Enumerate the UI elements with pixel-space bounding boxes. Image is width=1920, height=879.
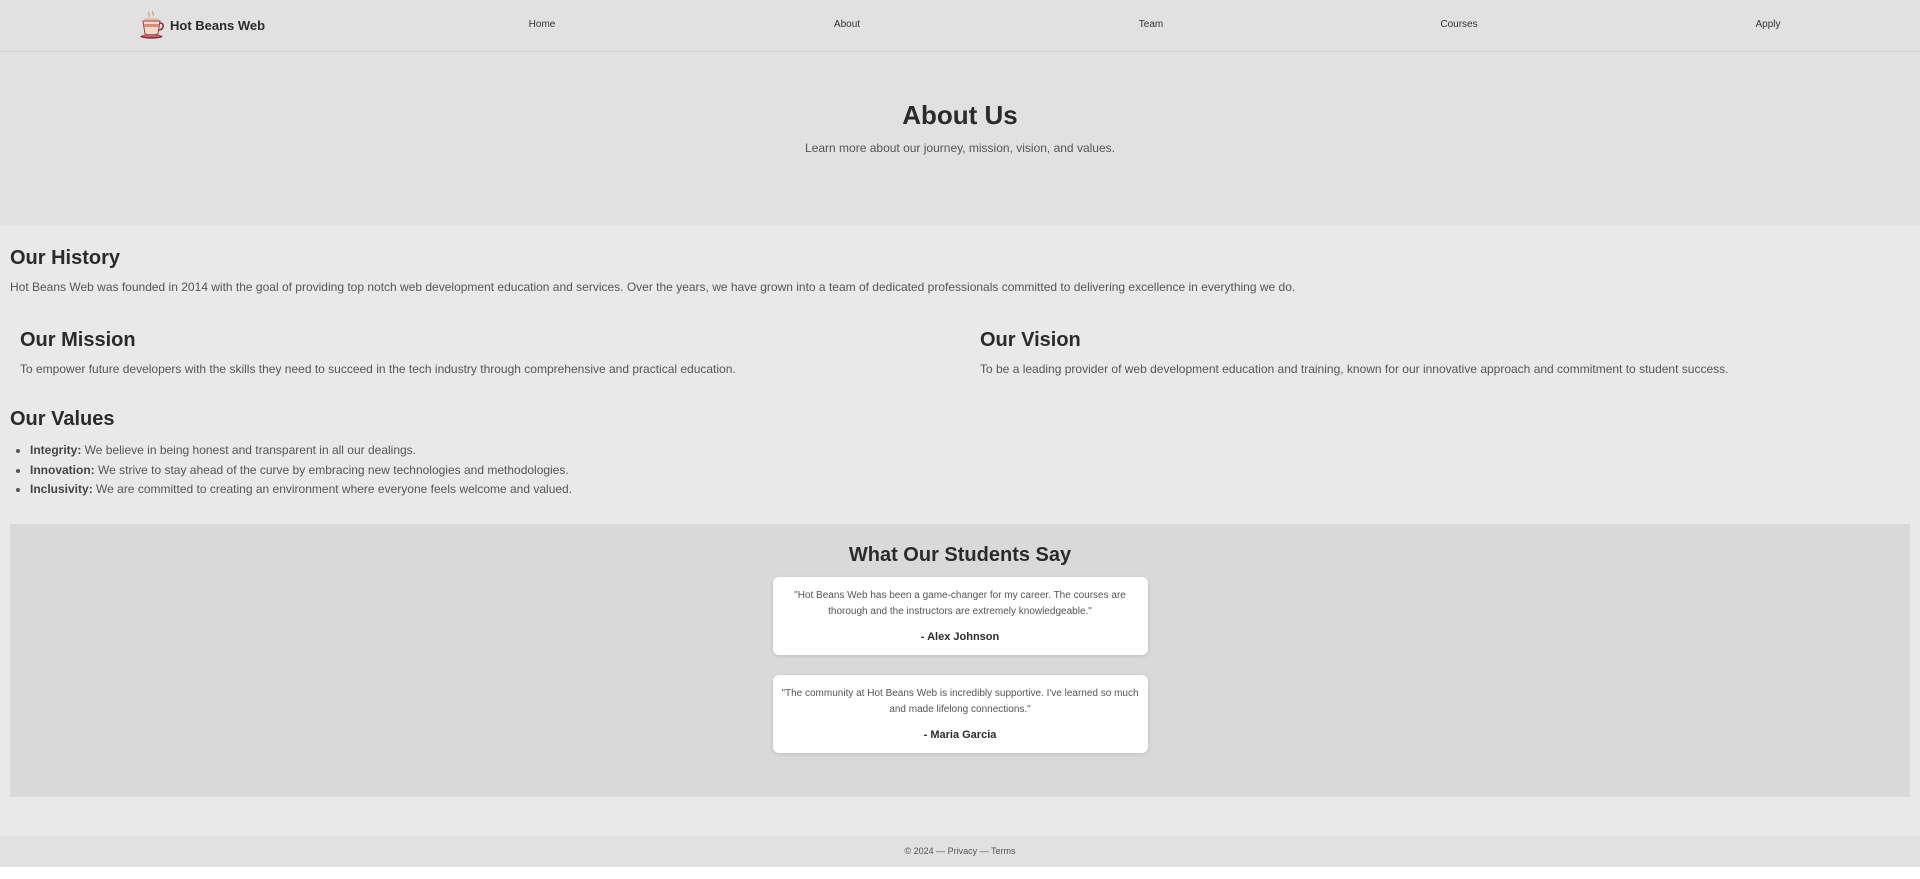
nav-link-courses[interactable]: Courses — [1440, 19, 1477, 30]
values-section: Our Values Integrity: We believe in bein… — [10, 408, 1910, 500]
vision-text: To be a leading provider of web developm… — [980, 362, 1729, 376]
testimonials-section: What Our Students Say "Hot Beans Web has… — [10, 524, 1910, 797]
hero-section: About Us Learn more about our journey, m… — [0, 52, 1920, 226]
testimonial-card: "Hot Beans Web has been a game-changer f… — [772, 577, 1148, 655]
list-item: Innovation: We strive to stay ahead of t… — [30, 461, 1910, 481]
vision-heading: Our Vision — [980, 329, 1081, 351]
testimonial-quote: "The community at Hot Beans Web is incre… — [781, 688, 1139, 715]
page-subtitle: Learn more about our journey, mission, v… — [805, 141, 1115, 155]
coffee-cup-icon — [140, 10, 164, 39]
testimonial-author: - Alex Johnson — [920, 631, 1000, 643]
nav-link-apply[interactable]: Apply — [1755, 19, 1780, 30]
history-heading: Our History — [10, 247, 121, 269]
brand-link[interactable]: Hot Beans Web — [138, 10, 265, 40]
list-item: Inclusivity: We are committed to creatin… — [30, 480, 1910, 500]
value-text-integrity: We believe in being honest and transpare… — [81, 443, 417, 457]
value-label-inclusivity: Inclusivity: — [30, 482, 93, 496]
mission-section: Our Mission To empower future developers… — [10, 329, 970, 376]
mission-text: To empower future developers with the sk… — [20, 362, 736, 376]
values-list: Integrity: We believe in being honest an… — [10, 441, 1910, 500]
brand-name: Hot Beans Web — [170, 17, 266, 33]
value-text-innovation: We strive to stay ahead of the curve by … — [94, 462, 569, 477]
testimonials-heading: What Our Students Say — [848, 544, 1072, 566]
mission-heading: Our Mission — [20, 329, 136, 351]
testimonial-author: - Maria Garcia — [923, 729, 997, 741]
history-section: Our History Hot Beans Web was founded in… — [10, 247, 1910, 294]
value-label-innovation: Innovation: — [30, 462, 95, 477]
page-title: About Us — [902, 100, 1018, 130]
value-label-integrity: Integrity: — [30, 443, 82, 457]
list-item: Integrity: We believe in being honest an… — [30, 441, 1910, 461]
values-heading: Our Values — [10, 408, 115, 430]
nav-link-about[interactable]: About — [834, 19, 860, 30]
nav-link-team[interactable]: Team — [1139, 19, 1163, 30]
navbar: Hot Beans Web Home About Team Courses Ap… — [0, 0, 1920, 52]
testimonial-card: "The community at Hot Beans Web is incre… — [772, 675, 1148, 753]
page: Hot Beans Web Home About Team Courses Ap… — [0, 0, 1920, 879]
mission-vision-row: Our Mission To empower future developers… — [10, 329, 1910, 376]
vision-section: Our Vision To be a leading provider of w… — [970, 329, 1910, 376]
history-text: Hot Beans Web was founded in 2014 with t… — [10, 280, 1296, 294]
value-text-inclusivity: We are committed to creating an environm… — [92, 482, 573, 496]
footer-text: © 2024 — Privacy — Terms — [904, 846, 1016, 856]
footer: © 2024 — Privacy — Terms — [0, 836, 1920, 867]
nav-link-home[interactable]: Home — [529, 19, 556, 30]
main-content: Our History Hot Beans Web was founded in… — [0, 226, 1920, 837]
testimonial-quote: "Hot Beans Web has been a game-changer f… — [794, 590, 1126, 617]
